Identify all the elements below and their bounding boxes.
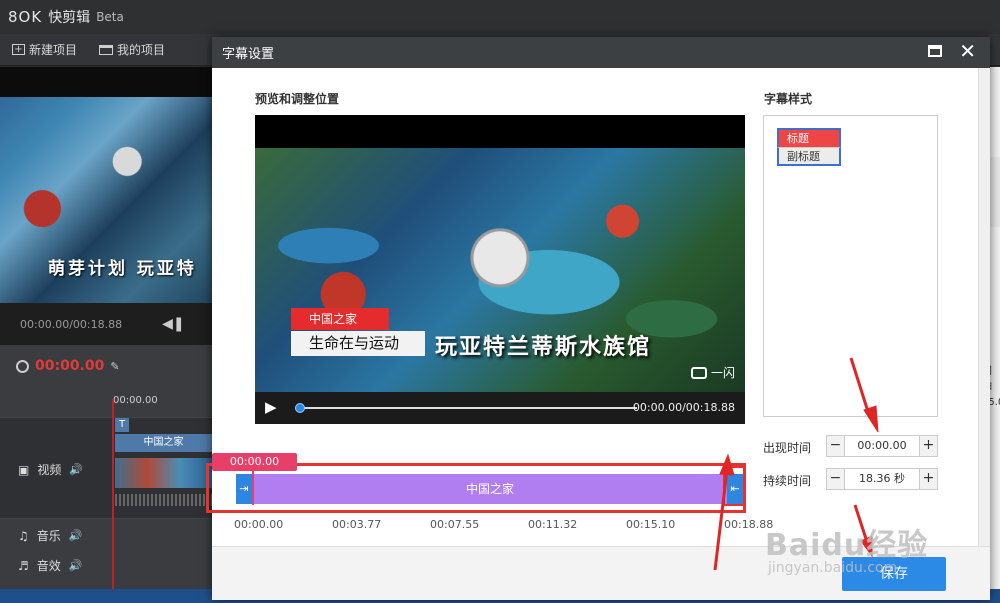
music-track-name: 音乐 bbox=[36, 529, 61, 543]
app-titlebar: 8OK 快剪辑 Beta bbox=[0, 0, 1000, 34]
app-beta-badge: Beta bbox=[96, 10, 124, 24]
background-current-time: 00:00.00 bbox=[35, 358, 105, 374]
music-track-label: ♫ 音乐 🔊 bbox=[18, 527, 82, 544]
subtitle-playhead[interactable] bbox=[252, 471, 254, 505]
timeline-ruler: 00:00.00 00:03.77 00:07.55 00:11.32 00:1… bbox=[234, 518, 774, 532]
camera-icon bbox=[690, 366, 707, 379]
video-burned-caption: 玩亚特兰蒂斯水族馆 bbox=[435, 335, 652, 360]
subtitle-preview-video[interactable]: 中国之家 生命在与运动 玩亚特兰蒂斯水族馆 一闪 bbox=[255, 115, 745, 392]
dialog-body: 预览和调整位置 字幕样式 中国之家 生命在与运动 玩亚特兰蒂斯水族馆 一闪 ▶ … bbox=[206, 68, 978, 546]
ruler-tick-label: 00:11.32 bbox=[528, 518, 578, 531]
style-option-title[interactable]: 标题 bbox=[777, 128, 841, 147]
clock-icon bbox=[16, 359, 29, 373]
dialog-title: 字幕设置 bbox=[222, 47, 275, 62]
new-project-button[interactable]: + 新建项目 bbox=[12, 41, 77, 58]
app-logo: 8OK bbox=[8, 8, 43, 26]
duration-label: 持续时间 bbox=[763, 474, 812, 488]
play-icon[interactable]: ▶ bbox=[265, 398, 277, 416]
appear-time-label: 出现时间 bbox=[763, 441, 812, 455]
subtitle-clip-bar[interactable]: 中国之家 bbox=[253, 474, 727, 504]
video-track-icon: ▣ bbox=[18, 462, 30, 477]
ruler-tick-label: 00:07.55 bbox=[430, 518, 480, 531]
sfx-icon: ♬ bbox=[18, 558, 29, 573]
speaker-icon[interactable]: 🔊 bbox=[69, 529, 83, 542]
video-track-name: 视频 bbox=[37, 463, 62, 477]
background-current-time-row: 00:00.00 ✎ bbox=[0, 345, 212, 387]
background-timecode: 00:00.00/00:18.88 bbox=[20, 317, 123, 331]
ruler-tick-label: 00:03.77 bbox=[332, 518, 382, 531]
end-handle-highlight-box bbox=[723, 466, 746, 506]
background-ruler-label: 00:00.00 bbox=[113, 395, 158, 406]
appear-time-stepper: − 00:00.00 + bbox=[826, 435, 938, 457]
ruler-tick-label: 00:15.10 bbox=[626, 518, 676, 531]
text-clip-icon[interactable]: T bbox=[115, 418, 129, 432]
pencil-icon[interactable]: ✎ bbox=[110, 360, 119, 373]
video-controls: ▶ 00:00.00/00:18.88 bbox=[255, 392, 745, 424]
subtitle-style-list: 标题 副标题 bbox=[763, 115, 938, 417]
duration-input[interactable]: 18.36 秒 bbox=[845, 469, 919, 489]
sfx-track-name: 音效 bbox=[36, 559, 61, 573]
music-note-icon: ♫ bbox=[18, 528, 29, 543]
appear-time-input[interactable]: 00:00.00 bbox=[845, 436, 919, 456]
style-section-label: 字幕样式 bbox=[764, 92, 813, 106]
new-project-label: 新建项目 bbox=[29, 43, 78, 57]
dialog-scrollbar[interactable] bbox=[978, 68, 990, 546]
duration-increment-button[interactable]: + bbox=[919, 469, 937, 489]
subtitle-title-overlay[interactable]: 中国之家 bbox=[291, 308, 389, 330]
my-projects-label: 我的项目 bbox=[117, 43, 166, 57]
duration-stepper: − 18.36 秒 + bbox=[826, 468, 938, 490]
ruler-tick-label: 00:00.00 bbox=[234, 518, 284, 531]
baidu-watermark: Baidu经验 bbox=[765, 528, 929, 563]
clip-start-handle[interactable]: ⇥ bbox=[236, 474, 252, 504]
speaker-icon[interactable]: 🔊 bbox=[69, 463, 83, 476]
app-name: 快剪辑 bbox=[48, 10, 91, 26]
background-video-track: T 中国之家 ▣ 视频 🔊 bbox=[0, 417, 212, 519]
my-projects-button[interactable]: 我的项目 bbox=[99, 41, 165, 58]
baidu-watermark-url: jingyan.baidu.com bbox=[768, 560, 898, 576]
previous-frame-icon[interactable]: ◀❚ bbox=[162, 316, 185, 332]
background-video-clip[interactable] bbox=[115, 458, 212, 488]
background-preview-caption: 萌芽计划 玩亚特 bbox=[48, 259, 197, 279]
duration-decrement-button[interactable]: − bbox=[827, 469, 845, 489]
style-option-subtitle[interactable]: 副标题 bbox=[777, 147, 841, 166]
sfx-track-label: ♬ 音效 🔊 bbox=[18, 557, 82, 574]
subtitle-settings-dialog: 字幕设置 ✕ 预览和调整位置 字幕样式 中国之家 生命在与运动 玩亚特兰蒂斯水族… bbox=[206, 37, 990, 600]
appear-time-increment-button[interactable]: + bbox=[919, 436, 937, 456]
background-player-controls: 00:00.00/00:18.88 ◀❚ bbox=[0, 303, 212, 345]
playhead-time-tag[interactable]: 00:00.00 bbox=[212, 453, 297, 471]
snapshot-watermark-text: 一闪 bbox=[710, 366, 735, 380]
preview-section-label: 预览和调整位置 bbox=[255, 92, 340, 106]
dialog-titlebar: 字幕设置 ✕ bbox=[212, 37, 990, 68]
subtitle-subtitle-overlay[interactable]: 生命在与运动 bbox=[291, 331, 425, 356]
background-video-preview: 萌芽计划 玩亚特 bbox=[0, 67, 212, 303]
snapshot-watermark: 一闪 bbox=[690, 364, 735, 381]
video-timecode: 00:00.00/00:18.88 bbox=[632, 401, 735, 414]
appear-time-decrement-button[interactable]: − bbox=[827, 436, 845, 456]
video-track-label: ▣ 视频 🔊 bbox=[18, 461, 83, 478]
folder-icon bbox=[99, 44, 114, 55]
plus-icon: + bbox=[12, 44, 25, 55]
background-audio-wave bbox=[115, 494, 212, 506]
close-icon[interactable]: ✕ bbox=[959, 40, 976, 62]
background-title-clip[interactable]: 中国之家 bbox=[115, 434, 212, 452]
background-playhead[interactable] bbox=[112, 399, 114, 599]
video-progress-bar[interactable] bbox=[295, 403, 637, 413]
background-timeline: 00:00.00 T 中国之家 ▣ 视频 🔊 ♫ 音乐 🔊 ♬ 音效 🔊 bbox=[0, 387, 212, 603]
maximize-icon[interactable] bbox=[928, 45, 942, 57]
speaker-icon[interactable]: 🔊 bbox=[69, 559, 83, 572]
progress-knob[interactable] bbox=[295, 403, 305, 413]
